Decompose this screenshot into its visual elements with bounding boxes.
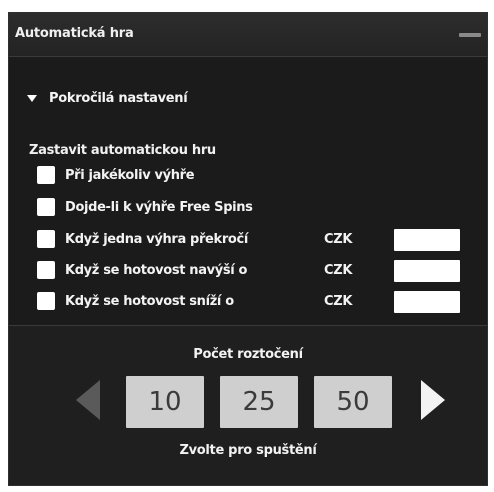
option-label: Když jedna výhra překročí xyxy=(65,231,248,247)
checkbox-balance-increase[interactable] xyxy=(37,261,55,279)
balance-decrease-amount-input[interactable] xyxy=(394,291,460,313)
currency-label: CZK xyxy=(324,294,353,309)
spin-count-10-button[interactable]: 10 xyxy=(126,376,204,428)
arrow-right-icon[interactable] xyxy=(421,380,445,420)
checkbox-balance-decrease[interactable] xyxy=(37,292,55,310)
option-label: Dojde-li k výhře Free Spins xyxy=(65,199,253,215)
spin-count-50-button[interactable]: 50 xyxy=(314,376,392,428)
stop-option-free-spins: Dojde-li k výhře Free Spins xyxy=(37,196,477,218)
option-label: Když se hotovost navýší o xyxy=(65,262,248,278)
option-label: Při jakékoliv výhře xyxy=(65,167,195,183)
panel-header: Automatická hra xyxy=(9,13,487,57)
checkbox-single-win-exceeds[interactable] xyxy=(37,230,55,248)
spin-count-title: Počet roztočení xyxy=(193,347,303,362)
spin-count-25-button[interactable]: 25 xyxy=(220,376,298,428)
currency-label: CZK xyxy=(324,232,353,247)
stop-autoplay-title: Zastavit automatickou hru xyxy=(29,143,216,158)
balance-increase-amount-input[interactable] xyxy=(394,260,460,282)
spin-start-hint: Zvolte pro spuštění xyxy=(179,443,317,458)
checkbox-free-spins[interactable] xyxy=(37,198,55,216)
advanced-settings-toggle[interactable]: Pokročilá nastavení xyxy=(27,91,188,106)
currency-label: CZK xyxy=(324,263,353,278)
panel-title: Automatická hra xyxy=(15,26,134,41)
stop-option-any-win: Při jakékoliv výhře xyxy=(37,164,477,186)
advanced-settings-label: Pokročilá nastavení xyxy=(49,91,188,106)
autoplay-panel: Automatická hra Pokročilá nastavení Zast… xyxy=(8,12,488,486)
single-win-amount-input[interactable] xyxy=(394,229,460,251)
triangle-down-icon xyxy=(27,95,37,102)
window-shell: Automatická hra Pokročilá nastavení Zast… xyxy=(0,0,494,492)
option-label: Když se hotovost sníží o xyxy=(65,293,234,309)
arrow-left-icon[interactable] xyxy=(76,380,100,420)
minimize-icon[interactable] xyxy=(459,33,481,37)
checkbox-any-win[interactable] xyxy=(37,166,55,184)
